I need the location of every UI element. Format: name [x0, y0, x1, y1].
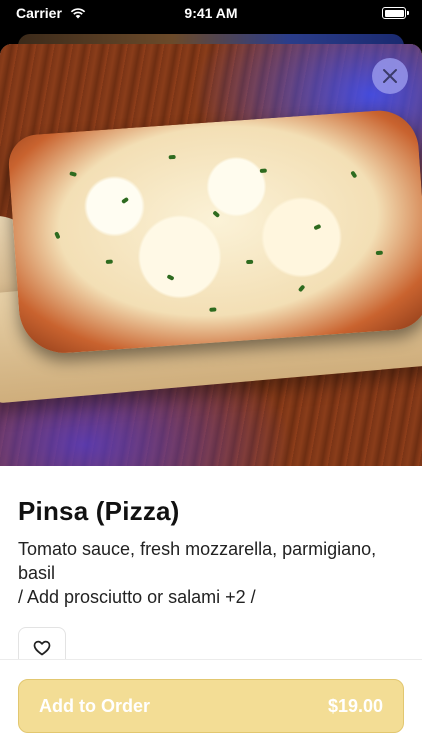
status-left: Carrier [16, 5, 86, 21]
pizza-image [6, 107, 422, 357]
status-bar: Carrier 9:41 AM [0, 0, 422, 26]
price-label: $19.00 [327, 695, 383, 716]
description-line: Tomato sauce, fresh mozzarella, parmigia… [18, 539, 377, 559]
add-to-order-button[interactable]: Add to Order $19.00 [18, 679, 404, 733]
heart-icon [33, 640, 51, 655]
status-time: 9:41 AM [184, 5, 238, 21]
wifi-icon [70, 8, 86, 19]
carrier-label: Carrier [16, 5, 62, 21]
item-title: Pinsa (Pizza) [18, 496, 180, 526]
description-line: / Add prosciutto or salami +2 / [18, 587, 256, 607]
item-detail-sheet: Pinsa (Pizza) Tomato sauce, fresh mozzar… [0, 44, 422, 750]
item-photo [0, 44, 422, 466]
bottom-action-bar: Add to Order $19.00 [0, 659, 422, 750]
description-line: basil [18, 563, 56, 583]
battery-icon [382, 7, 409, 19]
close-icon [383, 69, 397, 83]
item-description: Tomato sauce, fresh mozzarella, parmigia… [18, 537, 404, 609]
close-button[interactable] [372, 58, 408, 94]
item-info: Pinsa (Pizza) Tomato sauce, fresh mozzar… [0, 466, 422, 667]
add-to-order-label: Add to Order [39, 695, 150, 716]
